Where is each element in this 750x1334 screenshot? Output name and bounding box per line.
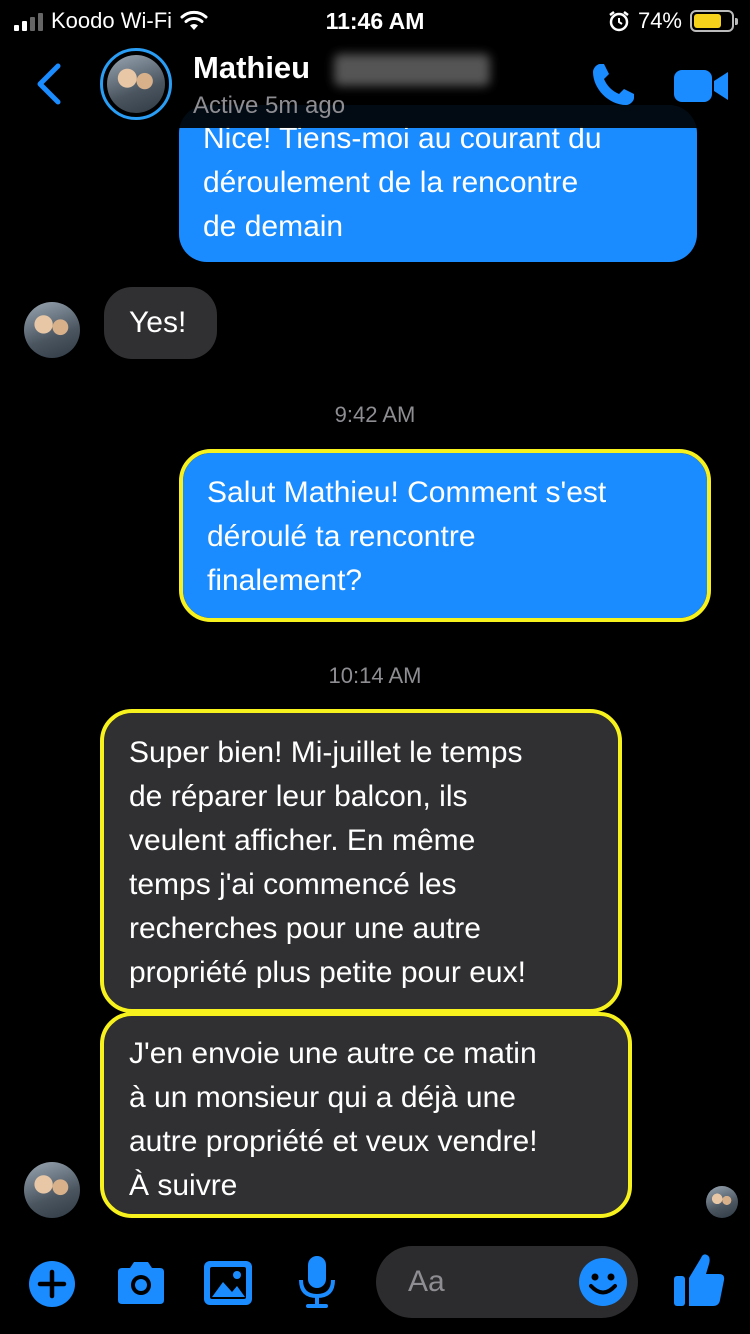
avatar-photo xyxy=(107,55,165,113)
incoming-message[interactable]: Yes! xyxy=(104,287,217,359)
battery-percent: 74% xyxy=(637,8,682,33)
message-input[interactable] xyxy=(408,1260,588,1304)
message-line: recherches pour une autre xyxy=(129,912,481,945)
conversation-header: Mathieu Active 5m ago xyxy=(0,40,750,128)
message-line: propriété plus petite pour eux! xyxy=(129,956,526,989)
redacted-surname xyxy=(334,54,490,86)
status-right: 74% xyxy=(608,8,738,34)
contact-avatar-small[interactable] xyxy=(24,1162,80,1218)
message-line: finalement? xyxy=(207,564,363,597)
message-composer xyxy=(0,1240,750,1334)
microphone-icon[interactable] xyxy=(298,1254,336,1310)
message-line: de demain xyxy=(203,210,344,243)
phone-call-icon[interactable] xyxy=(588,60,638,110)
image-icon[interactable] xyxy=(203,1260,253,1306)
outgoing-message[interactable]: Salut Mathieu! Comment s'est déroulé ta … xyxy=(179,449,711,622)
message-line: J'en envoie une autre ce matin xyxy=(129,1037,537,1070)
message-line: À suivre xyxy=(129,1169,238,1202)
outgoing-message[interactable]: Nice! Tiens-moi au courant du déroulemen… xyxy=(179,105,697,262)
read-receipt-avatar xyxy=(706,1186,738,1218)
message-text-field[interactable] xyxy=(376,1246,638,1318)
message-line: autre propriété et veux vendre! xyxy=(129,1125,538,1158)
message-line: à un monsieur qui a déjà une xyxy=(129,1081,516,1114)
message-line: déroulé ta rencontre xyxy=(207,520,476,553)
back-chevron-icon[interactable] xyxy=(32,62,68,106)
thumbs-up-icon[interactable] xyxy=(672,1252,726,1308)
message-line: veulent afficher. En même xyxy=(129,824,476,857)
timestamp: 10:14 AM xyxy=(328,663,422,688)
camera-icon[interactable] xyxy=(114,1260,168,1306)
plus-icon[interactable] xyxy=(28,1260,76,1308)
message-line: Salut Mathieu! Comment s'est xyxy=(207,476,607,509)
battery-icon xyxy=(690,10,738,32)
incoming-message[interactable]: Super bien! Mi-juillet le temps de répar… xyxy=(100,709,622,1013)
video-call-icon[interactable] xyxy=(672,66,730,106)
status-bar: Koodo Wi-Fi 11:46 AM 74% xyxy=(0,0,750,40)
message-line: déroulement de la rencontre xyxy=(203,166,579,199)
contact-avatar-small[interactable] xyxy=(24,302,80,358)
incoming-message[interactable]: J'en envoie une autre ce matin à un mons… xyxy=(100,1012,632,1218)
battery-fill xyxy=(694,14,721,28)
message-line: temps j'ai commencé les xyxy=(129,868,457,901)
contact-avatar[interactable] xyxy=(100,48,172,120)
message-line: Super bien! Mi-juillet le temps xyxy=(129,736,523,769)
message-line: de réparer leur balcon, ils xyxy=(129,780,468,813)
alarm-icon xyxy=(609,11,629,32)
emoji-icon[interactable] xyxy=(578,1257,628,1307)
active-status: Active 5m ago xyxy=(193,92,346,119)
message-line: Yes! xyxy=(129,306,187,339)
timestamp: 9:42 AM xyxy=(334,402,416,427)
contact-name[interactable]: Mathieu xyxy=(193,50,310,86)
